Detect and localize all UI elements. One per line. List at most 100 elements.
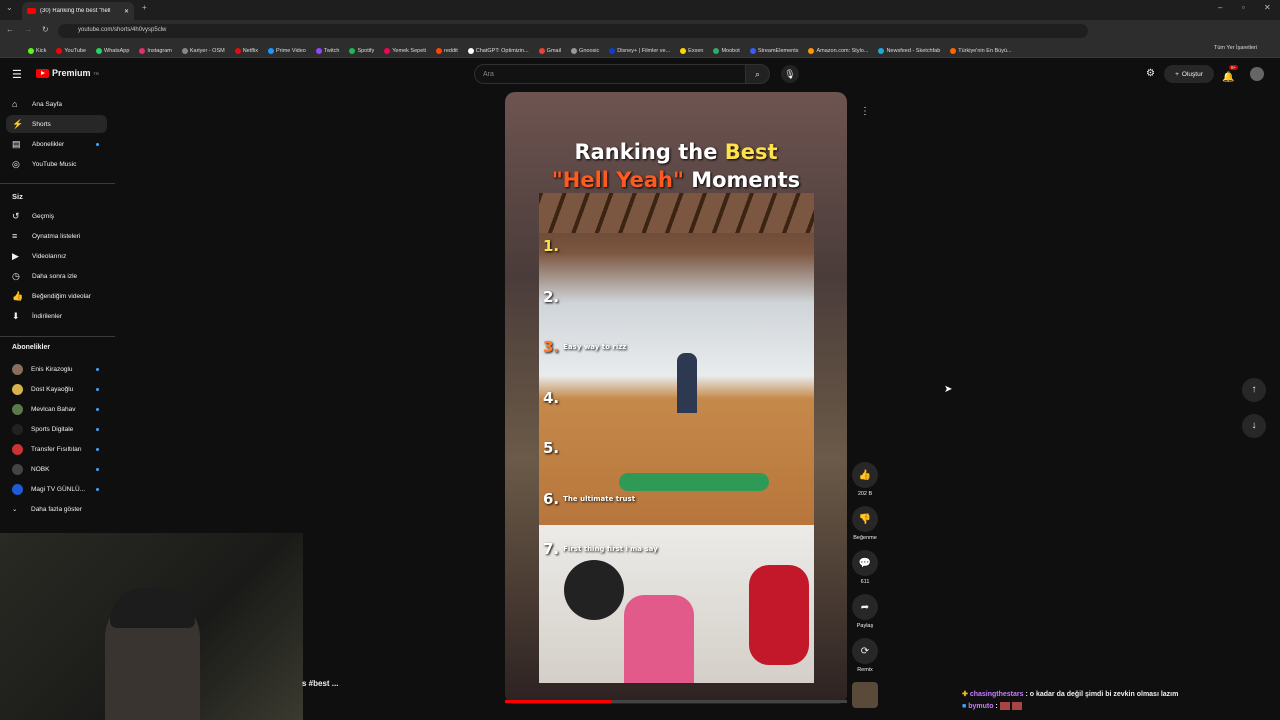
close-window-icon[interactable]: ✕	[1264, 3, 1271, 12]
bookmark-item[interactable]: Kariyer - OSM	[181, 45, 225, 57]
bookmark-item[interactable]: Prime Video	[267, 45, 306, 57]
bookmark-label: Amazon.com: Stylo...	[816, 48, 869, 54]
show-more-button[interactable]: ⌄ Daha fazla göster	[6, 500, 107, 518]
create-button[interactable]: + Oluştur	[1164, 65, 1214, 83]
bookmark-favicon-icon	[181, 48, 188, 54]
subscription-item[interactable]: Sports Digitale	[6, 420, 107, 438]
sidebar-item-like[interactable]: 👍 Beğendiğim videolar	[6, 287, 107, 305]
new-tab-icon[interactable]: +	[142, 3, 147, 12]
bookmark-item[interactable]: Kick	[28, 45, 46, 57]
bookmark-favicon-icon	[56, 48, 63, 54]
next-short-button[interactable]: ↓	[1242, 414, 1266, 438]
all-bookmarks[interactable]: Tüm Yer İşaretleri	[1214, 45, 1257, 51]
sidebar-item-home[interactable]: ⌂ Ana Sayfa	[6, 95, 107, 113]
subscription-item[interactable]: NOBK	[6, 460, 107, 478]
maximize-icon[interactable]: ▫	[1242, 3, 1245, 12]
sidebar-item-subscriptions[interactable]: ▤ Abonelikler	[6, 135, 107, 153]
sidebar-item-download[interactable]: ⬇ İndirilenler	[6, 307, 107, 325]
bookmark-favicon-icon	[609, 48, 616, 54]
chat-message: ■ bymuto :	[962, 702, 1280, 710]
bookmark-item[interactable]: Spotify	[349, 45, 374, 57]
search-input[interactable]: Ara	[474, 64, 746, 84]
close-tab-icon[interactable]: ✕	[124, 8, 129, 15]
sidebar-item-label: Oynatma listeleri	[32, 232, 81, 240]
video-title-overlay: Ranking the Best "Hell Yeah" Moments	[505, 138, 847, 194]
like-button[interactable]: 👍 202 B	[851, 462, 879, 497]
subscription-item[interactable]: Enis Kirazoglu	[6, 360, 107, 378]
divider	[0, 183, 115, 184]
rank-number: 3.	[543, 338, 560, 356]
bookmark-item[interactable]: Amazon.com: Stylo...	[808, 45, 868, 57]
bookmark-label: Gmail	[546, 48, 562, 54]
bookmark-label: Exxen	[688, 48, 704, 54]
sidebar-item-your-videos[interactable]: ▶ Videolarınız	[6, 247, 107, 265]
bookmark-item[interactable]: Yemek Sepeti	[384, 45, 426, 57]
minimize-icon[interactable]: –	[1218, 3, 1222, 12]
shorts-player[interactable]: Ranking the Best "Hell Yeah" Moments 1. 2…	[505, 92, 847, 704]
bookmark-item[interactable]: Disney+ | Filmler ve...	[609, 45, 670, 57]
comments-button[interactable]: 💬 611	[851, 550, 879, 585]
bookmark-item[interactable]: YouTube	[56, 45, 86, 57]
bookmark-item[interactable]: Exxen	[680, 45, 703, 57]
bookmark-favicon-icon	[749, 48, 756, 54]
bookmark-item[interactable]: ChatGPT: Optimizin...	[467, 45, 529, 57]
url-field[interactable]: youtube.com/shorts/4h0vysp5clw	[58, 24, 1088, 38]
sidebar-item-history[interactable]: ↺ Geçmiş	[6, 207, 107, 225]
previous-short-button[interactable]: ↑	[1242, 378, 1266, 402]
bookmark-favicon-icon	[538, 48, 545, 54]
sidebar-item-label: Daha sonra izle	[32, 272, 78, 280]
share-button[interactable]: ➦ Paylaş	[851, 594, 879, 629]
bookmark-item[interactable]: StreamElements	[749, 45, 798, 57]
sidebar-item-music[interactable]: ◎ YouTube Music	[6, 155, 107, 173]
bookmark-item[interactable]: Twitch	[315, 45, 339, 57]
notifications-button[interactable]: 🔔 9+	[1222, 65, 1239, 85]
sidebar-item-shorts[interactable]: ⚡ Shorts	[6, 115, 107, 133]
browser-tab[interactable]: (30) Ranking the best "hell ✕	[22, 2, 134, 20]
back-icon[interactable]: ←	[6, 25, 14, 34]
bookmark-favicon-icon	[28, 48, 34, 54]
rank-caption: First thing first i'ma say	[563, 545, 658, 553]
subscription-item[interactable]: Mevlcan Bahav	[6, 400, 107, 418]
reload-icon[interactable]: ↻	[42, 25, 49, 34]
remix-button[interactable]: ⟳ Remix	[851, 638, 879, 673]
channel-avatar-button[interactable]	[851, 682, 879, 711]
cast-icon[interactable]: ⚙	[1146, 68, 1155, 79]
subscription-label: Enis Kirazoglu	[31, 365, 73, 373]
bookmark-item[interactable]: WhatsApp	[96, 45, 129, 57]
mouse-cursor-icon: ➤	[944, 384, 953, 395]
section-header-you[interactable]: Siz	[12, 192, 23, 201]
forward-icon[interactable]: →	[24, 25, 32, 34]
sidebar: ⌂ Ana Sayfa ⚡ Shorts ▤ Abonelikler ◎ YouTube Mu…	[0, 58, 115, 528]
sidebar-item-label: Shorts	[32, 120, 51, 128]
channel-avatar	[12, 403, 23, 415]
bookmark-item[interactable]: Gnoosic	[571, 45, 599, 57]
arrow-down-icon: ↓	[1251, 420, 1257, 431]
show-more-label: Daha fazla göster	[31, 505, 82, 513]
playlists-icon: ≡	[12, 231, 18, 241]
subscription-label: NOBK	[31, 465, 50, 473]
bookmark-item[interactable]: reddit	[436, 45, 458, 57]
search-button[interactable]: ⌕	[745, 64, 770, 84]
bookmark-item[interactable]: Instagram	[139, 45, 172, 57]
bookmark-item[interactable]: Türkiye'nin En Büyü...	[950, 45, 1012, 57]
section-header-subscriptions[interactable]: Abonelikler	[12, 344, 50, 351]
avatar[interactable]	[1250, 67, 1264, 81]
tab-list-icon[interactable]: ⌄	[6, 3, 13, 12]
bookmark-item[interactable]: Netflix	[234, 45, 258, 57]
voice-search-button[interactable]: 🎙	[781, 65, 799, 83]
subscription-item[interactable]: Dost Kayaoğlu	[6, 380, 107, 398]
more-options-icon[interactable]: ⋮	[860, 106, 870, 117]
sidebar-item-clock[interactable]: ◷ Daha sonra izle	[6, 267, 107, 285]
badge-icon: ■	[962, 702, 967, 710]
subscription-item[interactable]: Magi TV GÜNLÜ...	[6, 480, 107, 498]
subscription-item[interactable]: Transfer Fısıltıları	[6, 440, 107, 458]
bookmark-item[interactable]: Moobot	[713, 45, 740, 57]
bookmark-item[interactable]: Gmail	[538, 45, 562, 57]
bookmark-favicon-icon	[571, 48, 578, 54]
bookmark-item[interactable]: Newsfeed - Sketchfab	[878, 45, 940, 57]
new-content-dot	[96, 447, 99, 451]
dislike-button[interactable]: 👎 Beğenme	[851, 506, 879, 541]
sidebar-item-playlists[interactable]: ≡ Oynatma listeleri	[6, 227, 107, 245]
subscription-label: Magi TV GÜNLÜ...	[31, 485, 86, 493]
bookmark-favicon-icon	[436, 48, 443, 54]
